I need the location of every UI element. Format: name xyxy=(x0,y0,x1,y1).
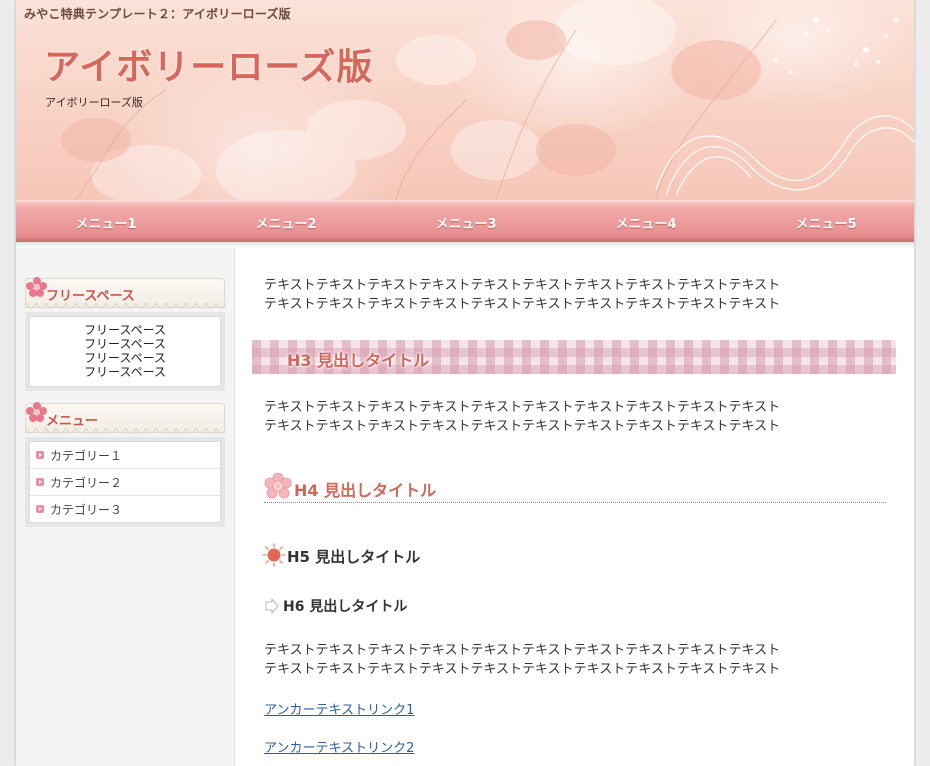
free-space-text: フリースペース フリースペース フリースペース フリースペース xyxy=(30,317,220,386)
rose-icon xyxy=(264,473,292,499)
flower-icon xyxy=(26,402,47,422)
free-space-line: フリースペース xyxy=(84,337,166,351)
widget-inner: フリースペース フリースペース フリースペース フリースペース xyxy=(29,316,221,387)
arrow-icon xyxy=(265,598,279,614)
category-label: カテゴリー３ xyxy=(50,503,123,517)
widget-header: メニュー xyxy=(25,402,226,434)
nav-item-menu4[interactable]: メニュー4 xyxy=(576,213,716,232)
h3-heading: H3 見出しタイトル xyxy=(252,340,896,374)
paragraph: テキストテキストテキストテキストテキストテキストテキストテキストテキストテキスト… xyxy=(264,398,780,436)
scallop-border-icon xyxy=(26,303,226,309)
h5-heading-text: H5 見出しタイトル xyxy=(287,548,421,566)
h3-heading-text: H3 見出しタイトル xyxy=(287,351,430,370)
category-item[interactable]: カテゴリー２ xyxy=(30,469,220,496)
sun-icon xyxy=(262,543,286,567)
global-nav: メニュー1 メニュー2 メニュー3 メニュー4 メニュー5 xyxy=(16,200,914,242)
header-banner: みやこ特典テンプレート２：アイボリーローズ版 アイボリーローズ版 アイボリーロー… xyxy=(16,0,914,200)
free-space-line: フリースペース xyxy=(84,323,166,337)
paragraph-line: テキストテキストテキストテキストテキストテキストテキストテキストテキストテキスト xyxy=(264,297,781,312)
h4-heading: H4 見出しタイトル xyxy=(264,472,886,503)
anchor-link-1[interactable]: アンカーテキストリンク1 xyxy=(264,699,414,718)
h6-heading-text: H6 見出しタイトル xyxy=(283,599,408,615)
category-item[interactable]: カテゴリー１ xyxy=(30,442,220,469)
paragraph: テキストテキストテキストテキストテキストテキストテキストテキストテキストテキスト… xyxy=(264,641,780,679)
arrow-bullet-icon xyxy=(36,478,44,486)
widget-title: メニュー xyxy=(46,414,99,429)
scallop-border-icon xyxy=(26,428,226,434)
arrow-bullet-icon xyxy=(36,505,44,513)
category-list: カテゴリー１ カテゴリー２ カテゴリー３ xyxy=(29,441,221,523)
category-label: カテゴリー１ xyxy=(50,449,123,463)
widget-body: フリースペース フリースペース フリースペース フリースペース xyxy=(25,312,225,391)
widget-free-space: フリースペース フリースペース フリースペース フリースペース フリースペース xyxy=(25,277,226,391)
category-label: カテゴリー２ xyxy=(50,476,123,490)
paragraph: テキストテキストテキストテキストテキストテキストテキストテキストテキストテキスト… xyxy=(264,276,780,314)
floral-background-icon xyxy=(61,0,914,200)
h4-heading-text: H4 見出しタイトル xyxy=(294,481,437,500)
paragraph-line: テキストテキストテキストテキストテキストテキストテキストテキストテキストテキスト xyxy=(264,278,781,293)
site-title[interactable]: アイボリーローズ版 xyxy=(44,38,373,90)
sidebar: フリースペース フリースペース フリースペース フリースペース フリースペース xyxy=(16,248,235,766)
free-space-line: フリースペース xyxy=(84,365,166,379)
flower-icon xyxy=(26,277,47,297)
paragraph-line: テキストテキストテキストテキストテキストテキストテキストテキストテキストテキスト xyxy=(264,662,781,677)
nav-item-menu3[interactable]: メニュー3 xyxy=(396,213,536,232)
free-space-line: フリースペース xyxy=(84,351,166,365)
widget-title: フリースペース xyxy=(46,289,135,304)
anchor-link-2[interactable]: アンカーテキストリンク2 xyxy=(264,737,414,756)
paragraph-line: テキストテキストテキストテキストテキストテキストテキストテキストテキストテキスト xyxy=(264,643,781,658)
arrow-bullet-icon xyxy=(36,451,44,459)
widget-body: カテゴリー１ カテゴリー２ カテゴリー３ xyxy=(25,437,225,527)
top-caption: みやこ特典テンプレート２：アイボリーローズ版 xyxy=(24,7,291,21)
site-subtitle: アイボリーローズ版 xyxy=(45,96,143,109)
category-item[interactable]: カテゴリー３ xyxy=(30,496,220,522)
widget-menu: メニュー カテゴリー１ カテゴリー２ カテゴリー３ xyxy=(25,402,226,527)
paragraph-line: テキストテキストテキストテキストテキストテキストテキストテキストテキストテキスト xyxy=(264,419,781,434)
page: みやこ特典テンプレート２：アイボリーローズ版 アイボリーローズ版 アイボリーロー… xyxy=(16,0,914,766)
nav-item-menu5[interactable]: メニュー5 xyxy=(756,213,896,232)
nav-item-menu2[interactable]: メニュー2 xyxy=(216,213,356,232)
paragraph-line: テキストテキストテキストテキストテキストテキストテキストテキストテキストテキスト xyxy=(264,400,781,415)
widget-header: フリースペース xyxy=(25,277,226,309)
nav-item-menu1[interactable]: メニュー1 xyxy=(36,213,176,232)
